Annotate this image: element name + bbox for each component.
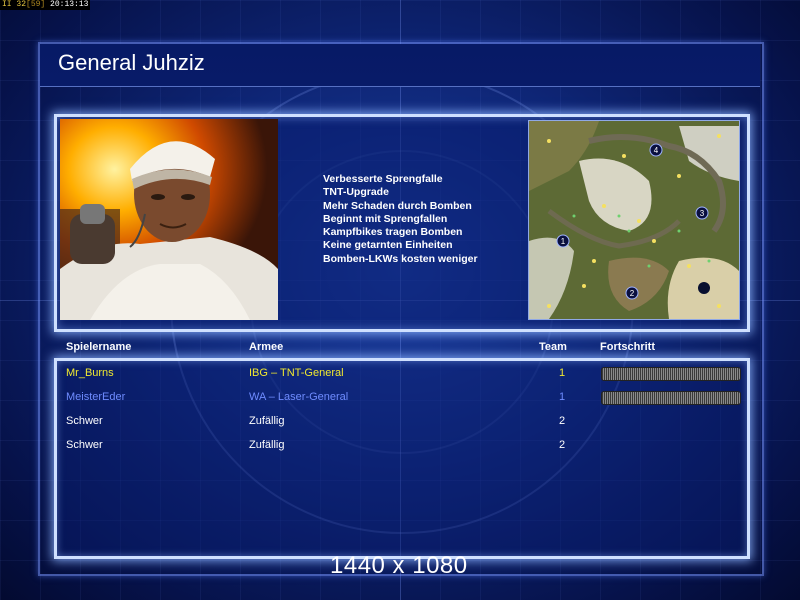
feature-item: TNT-Upgrade — [323, 186, 389, 199]
resolution-label: 1440 x 1080 — [330, 552, 468, 579]
player-name: Schwer — [66, 439, 103, 451]
table-row: Schwer Zufällig 2 — [66, 415, 746, 431]
player-team: 1 — [559, 367, 566, 379]
minimap: 4 3 1 2 — [528, 120, 740, 320]
table-row: MeisterEder WA – Laser-General 1 — [66, 391, 746, 407]
hud-icon: II — [2, 0, 12, 9]
general-features-list: Verbesserte Sprengfalle TNT-Upgrade Mehr… — [323, 173, 478, 266]
fps-value: 32 — [16, 0, 27, 9]
spawn-label: 1 — [561, 237, 566, 246]
feature-item: Kampfbikes tragen Bomben — [323, 226, 463, 239]
feature-item: Beginnt mit Sprengfallen — [323, 212, 448, 225]
header-progress: Fortschritt — [600, 341, 655, 353]
general-portrait — [60, 119, 278, 320]
player-team: 2 — [559, 415, 566, 427]
page-title: General Juhziz — [58, 50, 205, 75]
player-name: Schwer — [66, 415, 103, 427]
feature-item: Verbesserte Sprengfalle — [323, 173, 443, 185]
portrait-image — [60, 119, 278, 320]
spawn-label: 2 — [630, 289, 635, 298]
spawn-label: 4 — [654, 146, 659, 155]
header-army: Armee — [249, 341, 284, 353]
player-army: IBG – TNT-General — [249, 367, 344, 379]
debug-overlay: II 32[59] 20:13:13 — [0, 0, 91, 10]
header-team: Team — [539, 341, 567, 353]
player-army: WA – Laser-General — [249, 391, 349, 403]
clock: 20:13:13 — [50, 0, 89, 9]
table-row: Schwer Zufällig 2 — [66, 439, 746, 455]
player-team: 2 — [559, 439, 566, 451]
feature-item: Bomben-LKWs kosten weniger — [323, 252, 478, 265]
player-name: MeisterEder — [66, 391, 126, 403]
table-row: Mr_Burns IBG – TNT-General 1 — [66, 367, 746, 383]
progress-bar — [601, 367, 741, 381]
player-team: 1 — [559, 391, 566, 403]
feature-item: Mehr Schaden durch Bomben — [323, 199, 472, 212]
player-name: Mr_Burns — [66, 367, 114, 379]
minimap-terrain: 4 3 1 2 — [529, 121, 739, 319]
header-player-name: Spielername — [66, 341, 132, 353]
spawn-label: 3 — [700, 209, 705, 218]
player-army: Zufällig — [249, 415, 285, 427]
progress-bar — [601, 391, 741, 405]
players-panel — [54, 358, 750, 559]
player-army: Zufällig — [249, 439, 285, 451]
feature-item: Keine getarnten Einheiten — [323, 239, 453, 252]
fps-detail: [59] — [26, 0, 46, 9]
